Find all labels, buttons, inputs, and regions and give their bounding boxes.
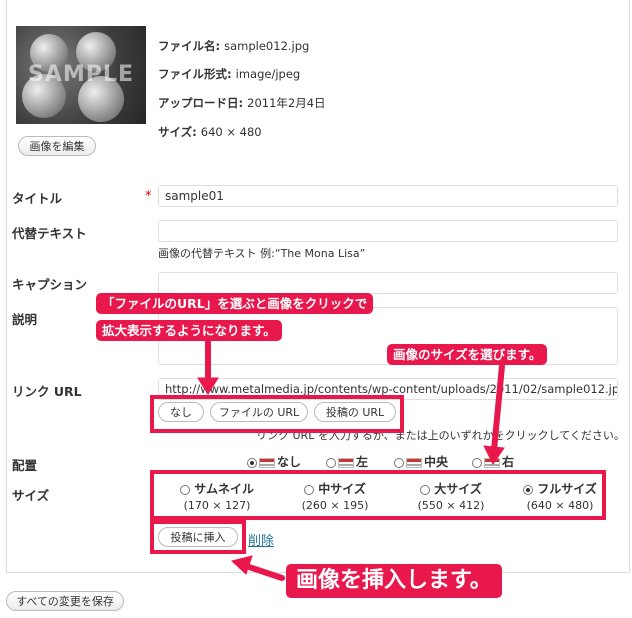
- annotation-arrows: [197, 339, 505, 581]
- arrow-to-insert-button: [243, 563, 285, 581]
- arrow-to-size-options: [491, 363, 505, 453]
